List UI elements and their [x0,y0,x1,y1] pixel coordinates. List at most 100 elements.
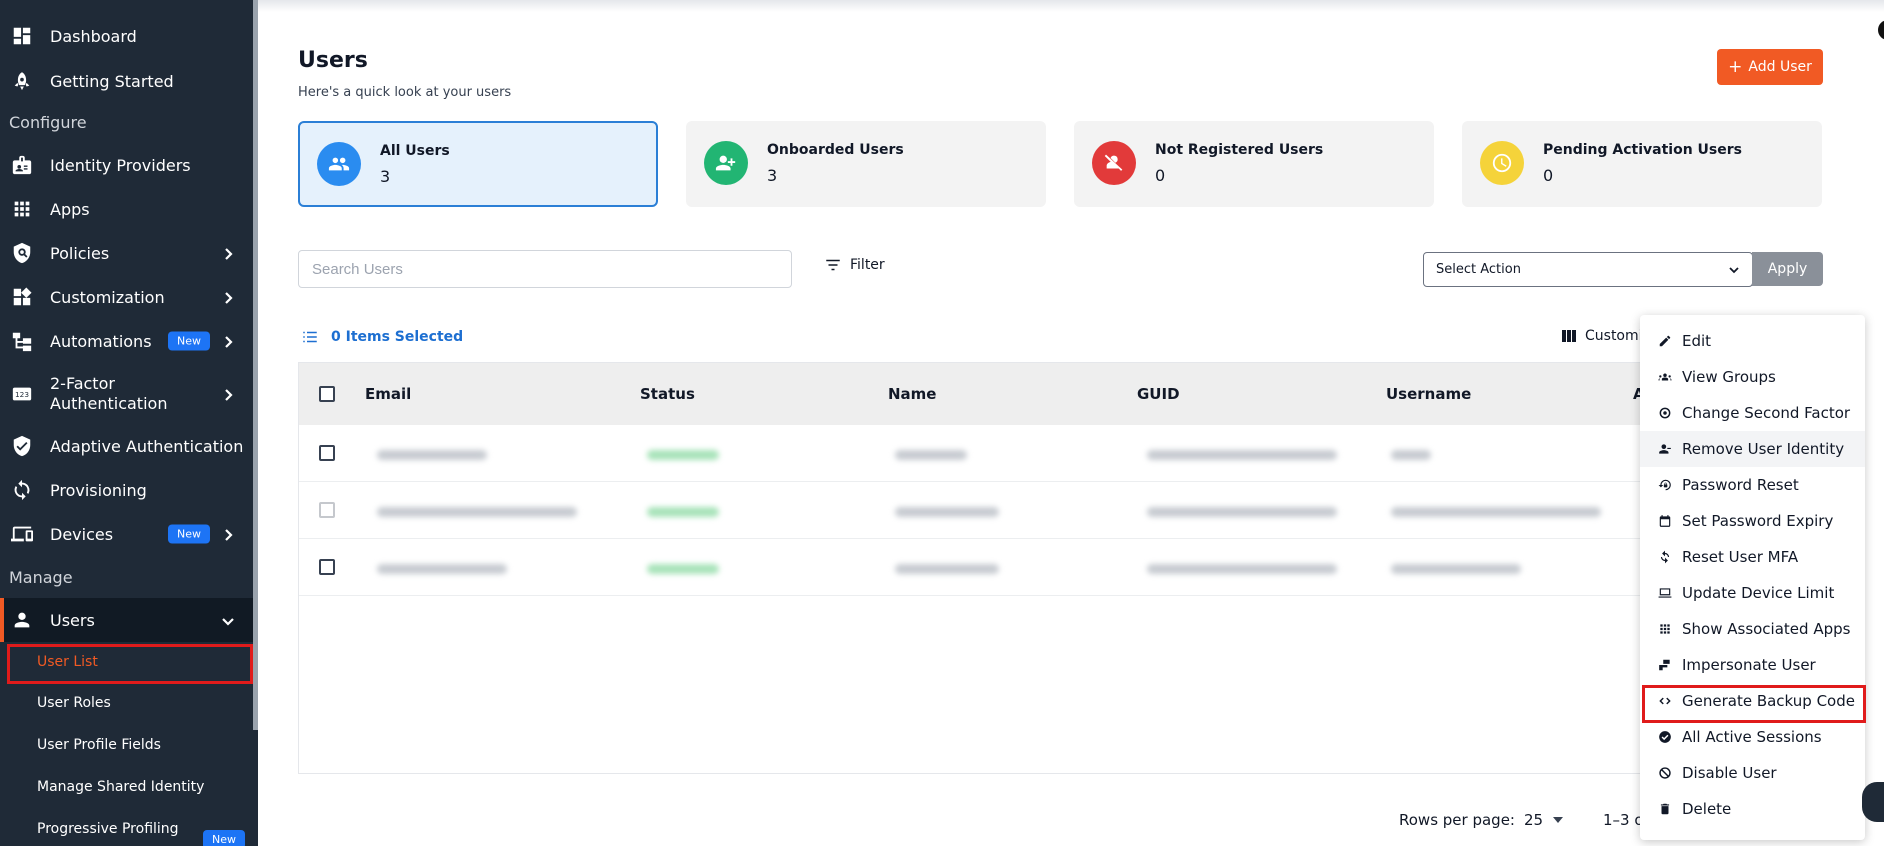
column-header-status[interactable]: Status [640,385,695,403]
widgets-icon [10,285,34,309]
row-checkbox[interactable] [319,502,335,518]
dashboard-icon [10,24,34,48]
sidebar-subitem-user-profile-fields[interactable]: User Profile Fields [37,737,161,753]
chevron-right-icon [221,334,235,348]
menu-item-disable-user[interactable]: Disable User [1640,755,1865,791]
redacted-guid [1147,564,1337,574]
search-input[interactable] [298,250,792,288]
sidebar-item-apps[interactable]: Apps [0,187,253,231]
shield-search-icon [10,241,34,265]
stat-card-onboarded-users[interactable]: Onboarded Users 3 [686,121,1046,207]
stat-value: 0 [1543,166,1554,185]
row-checkbox[interactable] [319,559,335,575]
sidebar-item-provisioning[interactable]: Provisioning [0,468,253,512]
stat-card-pending-activation-users[interactable]: Pending Activation Users 0 [1462,121,1822,207]
menu-item-all-active-sessions[interactable]: All Active Sessions [1640,719,1865,755]
sidebar-item-adaptive-authentication[interactable]: Adaptive Authentication [0,424,253,468]
menu-item-label: Delete [1682,800,1732,818]
menu-item-set-password-expiry[interactable]: Set Password Expiry [1640,503,1865,539]
table-row[interactable] [299,539,1683,596]
items-selected-label: 0 Items Selected [331,329,464,345]
sidebar-item-label: Apps [50,199,90,219]
sidebar-item-customization[interactable]: Customization [0,275,253,319]
sidebar-item-label: Policies [50,243,110,263]
sidebar-item-label: Automations [50,331,152,351]
sidebar-item-dashboard[interactable]: Dashboard [0,14,253,58]
stat-card-all-users[interactable]: All Users 3 [298,121,658,207]
column-header-username[interactable]: Username [1386,385,1471,403]
add-user-button[interactable]: + Add User [1717,49,1823,85]
customize-columns-button[interactable]: Customi [1561,328,1643,344]
sidebar-item-automations[interactable]: Automations New [0,319,253,363]
sidebar-item-policies[interactable]: Policies [0,231,253,275]
menu-item-view-groups[interactable]: View Groups [1640,359,1865,395]
menu-item-update-device-limit[interactable]: Update Device Limit [1640,575,1865,611]
menu-item-label: Reset User MFA [1682,548,1799,566]
column-header-name[interactable]: Name [888,385,936,403]
redacted-email [377,564,507,574]
table-row[interactable] [299,425,1683,482]
menu-item-delete[interactable]: Delete [1640,791,1865,827]
chat-widget-button[interactable] [1862,782,1884,822]
redacted-name [895,450,967,460]
rows-per-page-select[interactable]: 25 [1524,811,1564,829]
menu-item-impersonate-user[interactable]: Impersonate User [1640,647,1865,683]
menu-item-reset-user-mfa[interactable]: Reset User MFA [1640,539,1865,575]
items-selected-indicator[interactable]: 0 Items Selected [301,328,463,346]
sidebar-item-2fa[interactable]: 123 2-Factor Authentication [0,372,253,416]
select-action-value: Select Action [1436,262,1521,277]
sidebar-scrollbar[interactable] [253,0,258,730]
redacted-guid [1147,507,1337,517]
redacted-email [377,450,487,460]
side-panel-handle[interactable] [1878,20,1884,40]
rocket-icon [10,69,34,93]
menu-item-edit[interactable]: Edit [1640,323,1865,359]
menu-item-change-second-factor[interactable]: Change Second Factor [1640,395,1865,431]
sidebar-item-users[interactable]: Users [0,598,253,642]
sidebar-subitem-progressive-profiling[interactable]: Progressive Profiling [37,821,179,837]
menu-item-label: Show Associated Apps [1682,620,1851,638]
menu-item-password-reset[interactable]: Password Reset [1640,467,1865,503]
redacted-email [377,507,577,517]
redacted-username [1391,450,1431,460]
apply-button[interactable]: Apply [1752,252,1823,286]
menu-item-label: All Active Sessions [1682,728,1822,746]
filter-button[interactable]: Filter [824,256,885,274]
column-header-guid[interactable]: GUID [1137,385,1180,403]
customize-label: Customi [1585,328,1643,344]
new-badge: New [203,830,245,846]
id-card-icon [10,153,34,177]
table-row[interactable] [299,482,1683,539]
stat-value: 3 [767,166,778,185]
sidebar-item-label: Dashboard [50,26,137,46]
menu-item-label: Update Device Limit [1682,584,1835,602]
select-all-checkbox[interactable] [319,386,335,402]
filter-icon [826,259,840,271]
sidebar-item-devices[interactable]: Devices New [0,512,253,556]
sidebar-subitem-manage-shared-identity[interactable]: Manage Shared Identity [37,779,204,795]
sidebar-item-getting-started[interactable]: Getting Started [0,59,253,103]
stat-value: 0 [1155,166,1166,185]
lock-reset-icon [1658,478,1672,492]
row-checkbox[interactable] [319,445,335,461]
new-badge: New [168,524,210,544]
stat-label: Onboarded Users [767,142,904,158]
sidebar-item-identity-providers[interactable]: Identity Providers [0,143,253,187]
users-table: Email Status Name GUID Username A [298,362,1684,774]
redacted-status [647,450,719,460]
sidebar-subitem-user-roles[interactable]: User Roles [37,695,111,711]
caret-down-icon [1553,817,1564,823]
page-subtitle: Here's a quick look at your users [298,85,512,100]
top-shadow [258,0,1884,12]
select-action-dropdown[interactable]: Select Action [1423,252,1753,287]
person-icon [10,608,34,632]
menu-item-label: Set Password Expiry [1682,512,1834,530]
new-badge: New [168,331,210,351]
stat-card-not-registered-users[interactable]: Not Registered Users 0 [1074,121,1434,207]
menu-item-show-associated-apps[interactable]: Show Associated Apps [1640,611,1865,647]
column-header-email[interactable]: Email [365,385,411,403]
settings-cycle-icon [1658,406,1672,420]
number-123-icon: 123 [10,382,34,406]
sidebar: Dashboard Getting Started Configure Iden… [0,0,258,846]
menu-item-remove-user-identity[interactable]: Remove User Identity [1640,431,1865,467]
